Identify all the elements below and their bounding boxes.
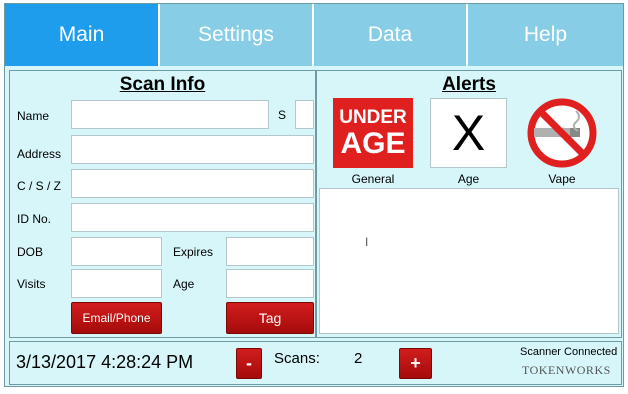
id-number-label: ID No. bbox=[17, 212, 52, 226]
dob-label: DOB bbox=[17, 245, 44, 259]
no-vape-icon-graphic bbox=[527, 98, 597, 168]
csz-label: C / S / Z bbox=[17, 179, 62, 193]
visits-label: Visits bbox=[17, 277, 46, 291]
age-x-icon: X bbox=[430, 98, 507, 168]
age-alert-label: Age bbox=[457, 172, 480, 186]
address-field[interactable] bbox=[71, 135, 314, 164]
tab-settings[interactable]: Settings bbox=[160, 4, 314, 66]
alerts-panel: Alerts UNDER AGE General X Age Vape Ι bbox=[316, 70, 622, 338]
expires-field[interactable] bbox=[226, 237, 314, 266]
alert-messages-box[interactable]: Ι bbox=[319, 188, 619, 334]
no-vape-icon bbox=[520, 98, 604, 168]
scan-info-panel: Scan Info Name S Address C / S / Z ID No… bbox=[9, 70, 316, 338]
under-age-icon: UNDER AGE bbox=[333, 98, 413, 168]
vape-alert-label: Vape bbox=[548, 172, 576, 186]
email-phone-button[interactable]: Email/Phone bbox=[71, 302, 162, 334]
tab-help[interactable]: Help bbox=[468, 4, 623, 66]
status-bar: 3/13/2017 4:28:24 PM - Scans: 2 + Scanne… bbox=[9, 341, 622, 385]
increment-scans-button[interactable]: + bbox=[399, 348, 432, 379]
name-label: Name bbox=[17, 109, 50, 123]
under-age-icon-bottom-text: AGE bbox=[340, 126, 406, 160]
decrement-scans-button[interactable]: - bbox=[236, 348, 262, 379]
age-field[interactable] bbox=[226, 269, 314, 298]
name-field[interactable] bbox=[71, 100, 269, 129]
alerts-title: Alerts bbox=[442, 74, 496, 95]
scans-label: Scans: bbox=[274, 350, 320, 367]
age-label: Age bbox=[173, 277, 195, 291]
text-cursor-icon: Ι bbox=[365, 235, 369, 249]
scans-count: 2 bbox=[354, 350, 363, 367]
scanner-status: Scanner Connected bbox=[520, 346, 618, 358]
visits-field[interactable] bbox=[71, 269, 162, 298]
app-window: Main Settings Data Help Scan Info Name S… bbox=[4, 3, 624, 387]
tab-data[interactable]: Data bbox=[314, 4, 468, 66]
address-label: Address bbox=[17, 147, 62, 161]
expires-label: Expires bbox=[173, 245, 214, 259]
tab-bar: Main Settings Data Help bbox=[5, 4, 623, 66]
id-number-field[interactable] bbox=[71, 203, 314, 232]
state-label: S bbox=[278, 108, 287, 122]
state-field[interactable] bbox=[295, 100, 314, 129]
datetime-display: 3/13/2017 4:28:24 PM bbox=[16, 352, 194, 372]
tag-button[interactable]: Tag bbox=[226, 302, 314, 334]
tab-main[interactable]: Main bbox=[5, 4, 160, 66]
under-age-icon-top-text: UNDER bbox=[339, 106, 407, 128]
scan-info-title: Scan Info bbox=[119, 74, 206, 95]
general-alert-label: General bbox=[351, 172, 395, 186]
city-state-zip-field[interactable] bbox=[71, 169, 314, 198]
tokenworks-logo: TOKENWORKS bbox=[522, 363, 611, 377]
dob-field[interactable] bbox=[71, 237, 162, 266]
